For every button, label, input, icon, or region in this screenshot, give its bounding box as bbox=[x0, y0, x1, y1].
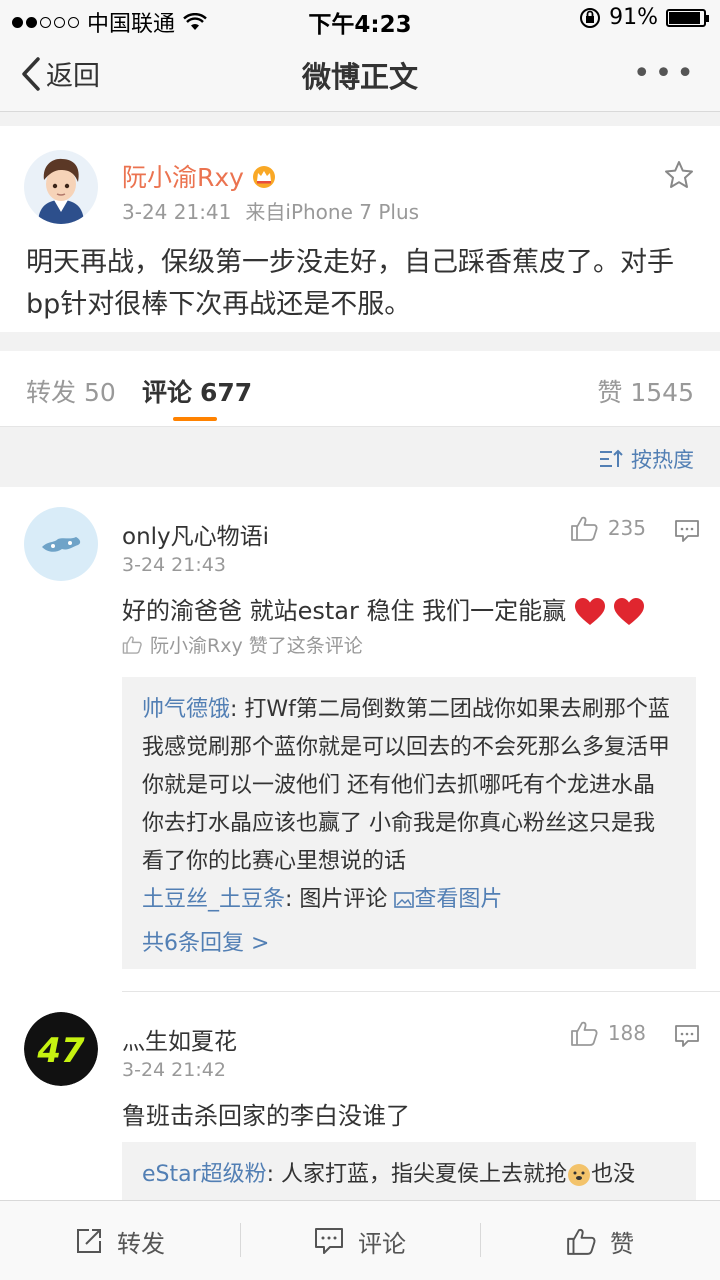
commenter-avatar[interactable]: 47 bbox=[24, 1012, 98, 1086]
sort-icon bbox=[600, 449, 623, 467]
commenter-name[interactable]: 灬生如夏花 bbox=[122, 1022, 237, 1056]
comment-like-button[interactable]: 235 bbox=[570, 515, 646, 541]
reply-icon[interactable] bbox=[674, 1024, 700, 1048]
thumbs-up-icon bbox=[122, 636, 142, 654]
liked-by-text: 阮小渝Rxy 赞了这条评论 bbox=[150, 635, 363, 657]
weibo-post: 阮小渝Rxy 3-24 21:41 来自iPhone 7 Plus 明天再战，保级… bbox=[0, 126, 720, 332]
tab-comment[interactable]: 评论 677 bbox=[142, 373, 252, 409]
svg-text:47: 47 bbox=[36, 1031, 85, 1071]
post-time: 3-24 21:41 bbox=[122, 200, 232, 224]
sub-reply-text-tail: 也没 bbox=[591, 1162, 636, 1187]
active-tab-indicator bbox=[173, 417, 217, 421]
thumbs-up-icon bbox=[570, 1021, 598, 1046]
sub-reply: 土豆丝_土豆条: 图片评论 查看图片 bbox=[142, 881, 676, 919]
author-name-text: 阮小渝Rxy bbox=[122, 163, 244, 192]
battery-icon bbox=[666, 8, 709, 27]
more-button[interactable]: ••• bbox=[633, 56, 698, 91]
tab-repost-count: 50 bbox=[84, 378, 116, 407]
comment-text-content: 好的渝爸爸 就站estar 稳住 我们一定能赢 bbox=[122, 597, 567, 625]
more-replies-link[interactable]: 共6条回复 > bbox=[142, 925, 676, 963]
comment-divider bbox=[122, 991, 720, 992]
comment-like-count: 235 bbox=[607, 516, 646, 540]
reply-icon[interactable] bbox=[674, 519, 700, 543]
comment-time: 3-24 21:43 bbox=[122, 554, 226, 576]
comment-text: 鲁班击杀回家的李白没谁了 bbox=[122, 1102, 410, 1130]
sub-reply-text: : 图片评论 bbox=[285, 887, 388, 912]
commenter-name[interactable]: only凡心物语i bbox=[122, 517, 269, 551]
tab-like-count: 1545 bbox=[630, 378, 694, 407]
tab-comment-label: 评论 bbox=[142, 378, 193, 407]
sub-reply-text: : 打Wf第二局倒数第二团战你如果去刷那个蓝我感觉刷那个蓝你就是可以回去的不会死… bbox=[142, 697, 671, 874]
comment-list: only凡心物语i 3-24 21:43 235 好的渝爸爸 就站estar 稳… bbox=[0, 487, 720, 1200]
status-bar: 中国联通 下午4:23 91% bbox=[0, 0, 720, 38]
comment-like-count: 188 bbox=[607, 1021, 646, 1045]
sub-replies: eStar超级粉: 人家打蓝，指尖夏侯上去就抢 也没 bbox=[122, 1142, 696, 1200]
repost-icon bbox=[77, 1229, 101, 1253]
like-label: 赞 bbox=[610, 1229, 634, 1258]
heart-emoji-icon bbox=[574, 598, 605, 625]
star-icon[interactable] bbox=[664, 160, 694, 190]
tab-repost-label: 转发 bbox=[26, 378, 77, 407]
sub-replies: 帅气德饿: 打Wf第二局倒数第二团战你如果去刷那个蓝我感觉刷那个蓝你就是可以回去… bbox=[122, 677, 696, 969]
tab-like[interactable]: 赞 1545 bbox=[597, 373, 694, 409]
battery-percent: 91% bbox=[609, 5, 658, 30]
sub-reply-text: : 人家打蓝，指尖夏侯上去就抢 bbox=[266, 1162, 568, 1187]
comment-time: 3-24 21:42 bbox=[122, 1059, 226, 1081]
author-name[interactable]: 阮小渝Rxy bbox=[122, 158, 278, 194]
repost-button[interactable]: 转发 bbox=[0, 1201, 240, 1280]
comment-button[interactable]: 评论 bbox=[240, 1201, 480, 1280]
page-title: 微博正文 bbox=[301, 60, 418, 94]
sub-reply: 帅气德饿: 打Wf第二局倒数第二团战你如果去刷那个蓝我感觉刷那个蓝你就是可以回去… bbox=[142, 691, 676, 881]
sort-label: 按热度 bbox=[631, 448, 694, 472]
post-tabs: 转发 50 评论 677 赞 1545 bbox=[0, 351, 720, 427]
tab-like-label: 赞 bbox=[597, 378, 623, 407]
tab-repost[interactable]: 转发 50 bbox=[26, 373, 116, 409]
author-liked-note: 阮小渝Rxy 赞了这条评论 bbox=[122, 631, 363, 658]
author-avatar[interactable] bbox=[24, 150, 98, 224]
comment-icon bbox=[315, 1228, 343, 1254]
comment-text: 好的渝爸爸 就站estar 稳住 我们一定能赢 bbox=[122, 591, 645, 626]
like-button[interactable]: 赞 bbox=[480, 1201, 720, 1280]
vip-crown-icon bbox=[252, 166, 275, 188]
sub-reply-user[interactable]: eStar超级粉 bbox=[142, 1162, 267, 1187]
view-image-link[interactable]: 查看图片 bbox=[394, 887, 502, 912]
navigation-bar: 返回 微博正文 ••• bbox=[0, 36, 720, 112]
comment-like-button[interactable]: 188 bbox=[570, 1020, 646, 1046]
thumbs-up-icon bbox=[567, 1228, 596, 1255]
sort-by-hot-button[interactable]: 按热度 bbox=[599, 444, 694, 474]
post-body: 明天再战，保级第一步没走好，自己踩香蕉皮了。对手bp针对很棒下次再战还是不服。 bbox=[26, 247, 674, 320]
commenter-avatar[interactable] bbox=[24, 507, 98, 581]
heart-emoji-icon bbox=[614, 598, 645, 625]
comment-label: 评论 bbox=[358, 1229, 406, 1258]
bottom-action-bar: 转发 评论 赞 bbox=[0, 1200, 720, 1280]
post-source: 来自iPhone 7 Plus bbox=[245, 200, 420, 224]
sort-bar: 按热度 bbox=[0, 428, 720, 486]
thumbs-up-icon bbox=[570, 516, 598, 541]
orientation-lock-icon bbox=[580, 7, 601, 28]
doge-emoji-icon bbox=[568, 1164, 591, 1186]
sub-reply-user[interactable]: 帅气德饿 bbox=[142, 697, 230, 722]
view-image-label: 查看图片 bbox=[414, 887, 503, 912]
repost-label: 转发 bbox=[117, 1229, 165, 1258]
tab-comment-count: 677 bbox=[200, 378, 253, 407]
post-meta: 3-24 21:41 来自iPhone 7 Plus bbox=[122, 196, 419, 225]
image-icon bbox=[394, 892, 415, 908]
sub-reply-user[interactable]: 土豆丝_土豆条 bbox=[142, 887, 285, 912]
